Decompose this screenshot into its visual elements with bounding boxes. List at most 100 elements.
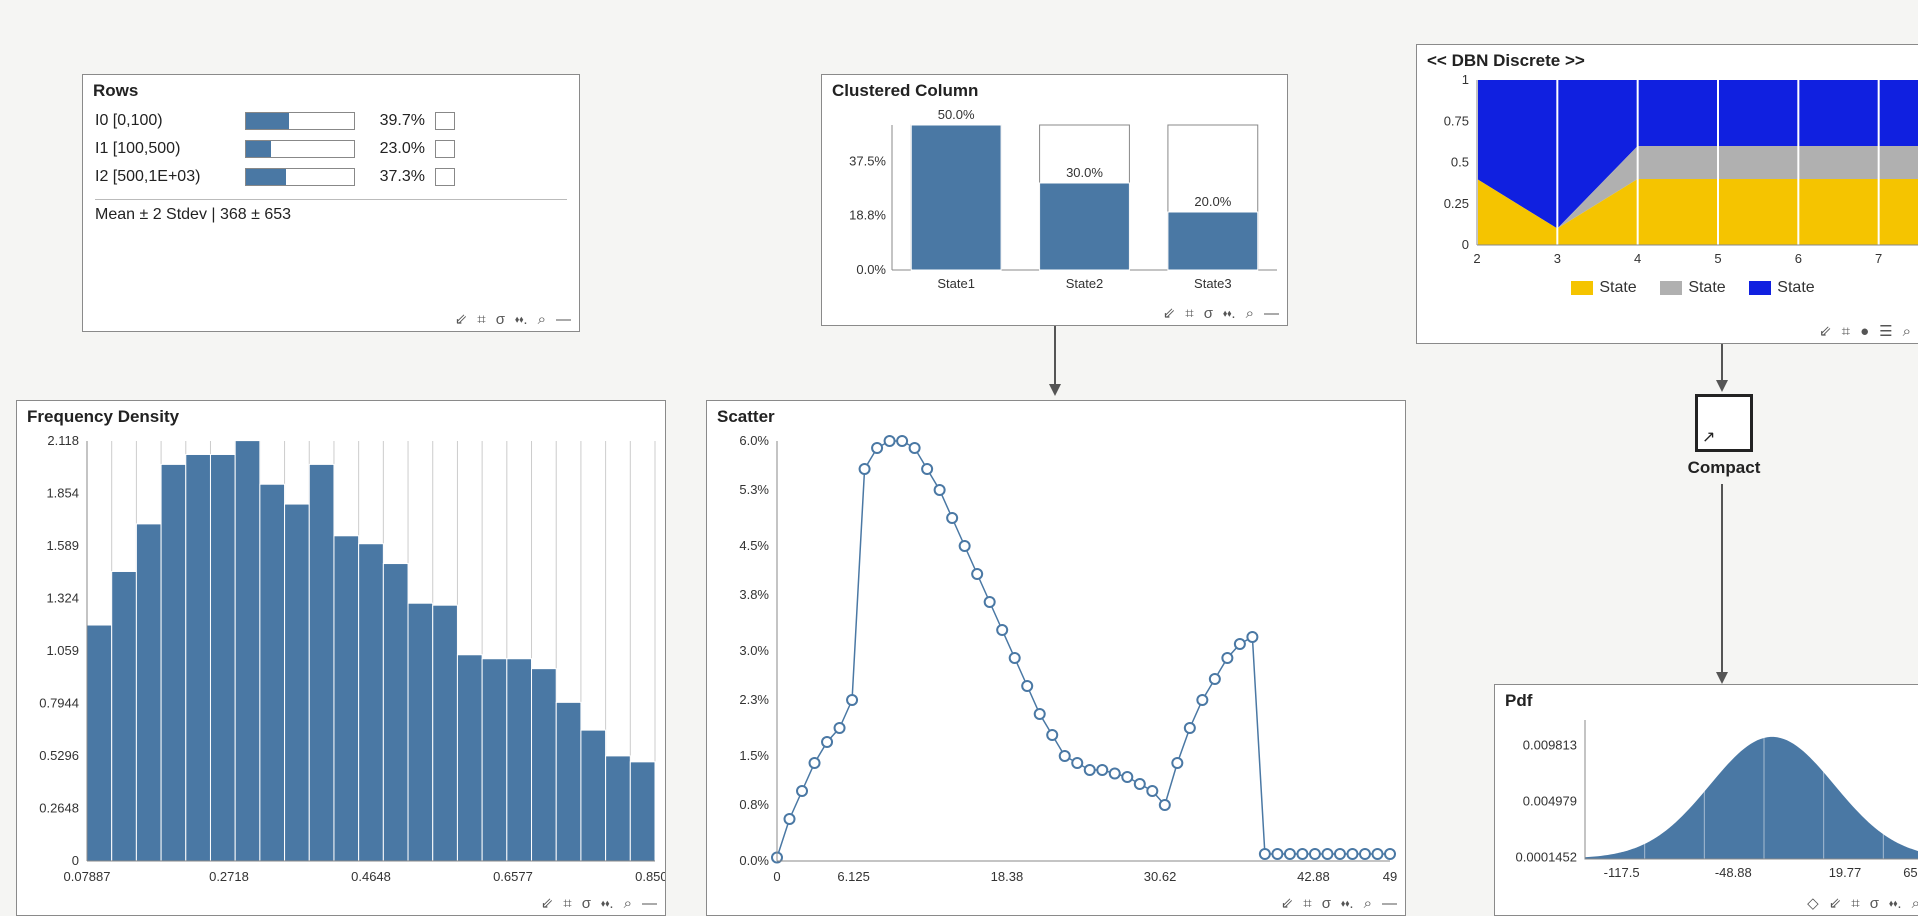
svg-text:2.3%: 2.3% [739, 692, 769, 707]
clustered-chart[interactable]: 0.0%18.8%37.5%50.0%State130.0%State220.0… [822, 105, 1287, 300]
svg-text:-117.5: -117.5 [1604, 865, 1640, 880]
grid-icon[interactable]: ⌗ [1303, 896, 1311, 911]
rows-row: I0 [0,100) 39.7% [95, 107, 567, 135]
legend-swatch [1749, 281, 1771, 295]
barchart-icon[interactable]: ⬪⬪. [515, 312, 528, 327]
svg-text:30.62: 30.62 [1144, 869, 1177, 884]
scatter-toolbar: ⇙ ⌗ σ ⬪⬪. ⌕ — [1281, 896, 1397, 911]
svg-text:1: 1 [1462, 75, 1469, 87]
pin-icon[interactable]: ⇙ [1829, 896, 1842, 911]
pin-icon[interactable]: ⇙ [1819, 324, 1832, 339]
rows-checkbox[interactable] [435, 112, 455, 130]
pin-icon[interactable]: ⇙ [541, 896, 554, 911]
legend-label: State [1777, 279, 1814, 297]
list-icon[interactable]: ☰ [1879, 324, 1892, 339]
freq-toolbar: ⇙ ⌗ σ ⬪⬪. ⌕ — [541, 896, 657, 911]
frequency-density-chart[interactable]: 00.26480.52960.79441.0591.3241.5891.8542… [17, 431, 665, 891]
circle-icon[interactable]: ● [1860, 324, 1869, 339]
svg-text:0.7944: 0.7944 [39, 695, 79, 710]
grid-icon[interactable]: ⌗ [477, 312, 485, 327]
search-icon[interactable]: ⌕ [624, 896, 632, 911]
grid-icon[interactable]: ⌗ [1851, 896, 1859, 911]
svg-text:20.0%: 20.0% [1194, 194, 1231, 209]
sigma-icon[interactable]: σ [496, 312, 505, 327]
expand-icon[interactable]: ◇ [1807, 896, 1819, 911]
svg-text:18.38: 18.38 [991, 869, 1024, 884]
svg-text:30.0%: 30.0% [1066, 165, 1103, 180]
rows-stats: Mean ± 2 Stdev | 368 ± 653 [95, 206, 567, 224]
svg-text:3.8%: 3.8% [739, 587, 769, 602]
sigma-icon[interactable]: σ [1870, 896, 1879, 911]
frequency-density-panel: Frequency Density 00.26480.52960.79441.0… [16, 400, 666, 916]
svg-text:State2: State2 [1066, 276, 1104, 291]
rows-checkbox[interactable] [435, 168, 455, 186]
legend-item-gray[interactable]: State [1660, 279, 1725, 297]
pin-icon[interactable]: ⇙ [1281, 896, 1294, 911]
barchart-icon[interactable]: ⬪⬪. [1223, 306, 1236, 321]
dbn-discrete-panel: << DBN Discrete >> 00.250.50.7512345678 … [1416, 44, 1918, 344]
dbn-chart[interactable]: 00.250.50.7512345678 [1417, 75, 1918, 275]
svg-text:0.2648: 0.2648 [39, 800, 79, 815]
sigma-icon[interactable]: σ [1204, 306, 1213, 321]
svg-text:7: 7 [1875, 251, 1882, 266]
svg-text:6: 6 [1795, 251, 1802, 266]
sigma-icon[interactable]: σ [1322, 896, 1331, 911]
rows-bar[interactable] [245, 168, 355, 186]
legend-item-yellow[interactable]: State [1571, 279, 1636, 297]
svg-text:0.5296: 0.5296 [39, 748, 79, 763]
compact-node[interactable] [1695, 394, 1753, 452]
search-icon[interactable]: ⌕ [538, 312, 546, 327]
svg-text:0.8507: 0.8507 [635, 869, 665, 884]
clustered-title: Clustered Column [822, 75, 1287, 105]
pin-icon[interactable]: ⇙ [455, 312, 468, 327]
svg-text:0: 0 [72, 853, 79, 868]
rows-body: I0 [0,100) 39.7% I1 [100,500) 23.0% I2 [… [83, 105, 579, 252]
svg-text:37.5%: 37.5% [849, 153, 886, 168]
svg-text:42.88: 42.88 [1297, 869, 1330, 884]
svg-text:65.54: 65.54 [1903, 865, 1918, 880]
scatter-chart[interactable]: 0.0%0.8%1.5%2.3%3.0%3.8%4.5%5.3%6.0%06.1… [707, 431, 1405, 891]
svg-text:4: 4 [1634, 251, 1641, 266]
legend-item-blue[interactable]: State [1749, 279, 1814, 297]
arrow-dbn-to-compact [1712, 344, 1732, 394]
legend-swatch [1571, 281, 1593, 295]
dbn-toolbar: ⇙ ⌗ ● ☰ ⌕ ＋ — [1819, 324, 1918, 339]
rows-row: I2 [500,1E+03) 37.3% [95, 163, 567, 191]
search-icon[interactable]: ⌕ [1246, 306, 1254, 321]
grid-icon[interactable]: ⌗ [563, 896, 571, 911]
barchart-icon[interactable]: ⬪⬪. [1889, 896, 1902, 911]
rows-checkbox[interactable] [435, 140, 455, 158]
svg-text:0: 0 [773, 869, 780, 884]
minus-icon[interactable]: — [642, 896, 657, 911]
search-icon[interactable]: ⌕ [1912, 896, 1918, 911]
minus-icon[interactable]: — [1382, 896, 1397, 911]
rows-bar[interactable] [245, 140, 355, 158]
search-icon[interactable]: ⌕ [1364, 896, 1372, 911]
svg-text:0.0001452: 0.0001452 [1516, 849, 1577, 864]
rows-bar[interactable] [245, 112, 355, 130]
svg-text:-48.88: -48.88 [1715, 865, 1752, 880]
arrow-compact-to-pdf [1712, 456, 1732, 686]
svg-text:6.125: 6.125 [837, 869, 870, 884]
barchart-icon[interactable]: ⬪⬪. [1341, 896, 1354, 911]
minus-icon[interactable]: — [1264, 306, 1279, 321]
svg-text:4.5%: 4.5% [739, 538, 769, 553]
svg-text:0.8%: 0.8% [739, 797, 769, 812]
legend-label: State [1688, 279, 1725, 297]
barchart-icon[interactable]: ⬪⬪. [601, 896, 614, 911]
sigma-icon[interactable]: σ [582, 896, 591, 911]
svg-text:0.0%: 0.0% [856, 262, 886, 277]
pdf-chart[interactable]: 0.00014520.0049790.009813-117.5-48.8819.… [1495, 715, 1918, 887]
grid-icon[interactable]: ⌗ [1842, 324, 1850, 339]
svg-text:2.118: 2.118 [47, 433, 79, 448]
svg-text:State1: State1 [937, 276, 975, 291]
svg-text:5.3%: 5.3% [739, 482, 769, 497]
search-icon[interactable]: ⌕ [1903, 324, 1911, 339]
dbn-legend: State State State [1417, 275, 1918, 298]
pin-icon[interactable]: ⇙ [1163, 306, 1176, 321]
rows-pct: 23.0% [355, 140, 435, 158]
minus-icon[interactable]: — [556, 312, 571, 327]
grid-icon[interactable]: ⌗ [1185, 306, 1193, 321]
svg-text:0.6577: 0.6577 [493, 869, 533, 884]
scatter-panel: Scatter 0.0%0.8%1.5%2.3%3.0%3.8%4.5%5.3%… [706, 400, 1406, 916]
